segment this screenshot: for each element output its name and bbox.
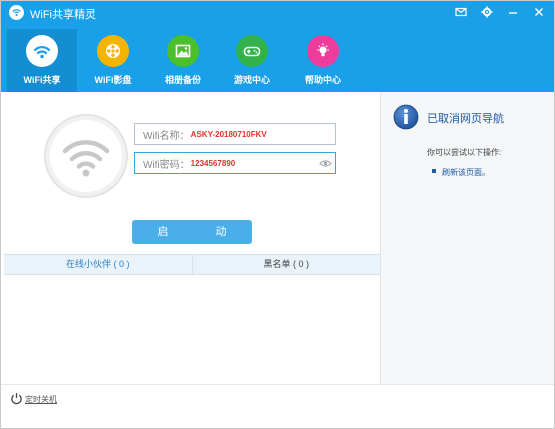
info-icon bbox=[393, 104, 419, 130]
photo-icon bbox=[167, 35, 199, 67]
nav-wifi-disk[interactable]: WiFi影盘 bbox=[78, 29, 148, 92]
main-nav: WiFi共享 WiFi影盘 相册备份 游戏中心 帮助中心 bbox=[1, 29, 554, 92]
tab-online-devices[interactable]: 在线小伙伴 ( 0 ) bbox=[4, 255, 192, 274]
wifi-name-field[interactable]: Wifi名称： ASKY-20180710FKV bbox=[134, 123, 336, 145]
app-window: WiFi共享精灵 WiFi共享 WiFi影盘 相册备份 游戏中心 帮助中心 Wi… bbox=[0, 0, 555, 429]
nav-wifi-share[interactable]: WiFi共享 bbox=[7, 29, 77, 92]
title-bar: WiFi共享精灵 bbox=[1, 1, 554, 25]
app-title: WiFi共享精灵 bbox=[30, 9, 96, 21]
wifi-password-field[interactable]: Wifi密码： 1234567890 bbox=[134, 152, 336, 174]
close-icon[interactable] bbox=[532, 5, 546, 19]
bullet-icon bbox=[432, 169, 436, 173]
app-logo-icon bbox=[9, 5, 24, 20]
power-icon[interactable] bbox=[10, 392, 23, 405]
minimize-icon[interactable] bbox=[506, 5, 520, 19]
wifi-name-label: Wifi名称： bbox=[143, 130, 190, 142]
gear-icon[interactable] bbox=[480, 5, 494, 19]
window-controls bbox=[454, 5, 546, 19]
wifi-status-icon bbox=[44, 114, 128, 198]
gamepad-icon bbox=[236, 35, 268, 67]
refresh-page-link[interactable]: 刷新该页面。 bbox=[442, 167, 490, 178]
film-reel-icon bbox=[97, 35, 129, 67]
wifi-password-label: Wifi密码： bbox=[143, 159, 190, 171]
side-title: 已取消网页导航 bbox=[427, 113, 504, 125]
side-panel: 已取消网页导航 你可以尝试以下操作: 刷新该页面。 bbox=[380, 92, 554, 384]
footer: 定时关机 bbox=[1, 384, 554, 428]
wifi-name-value: ASKY-20180710FKV bbox=[190, 129, 267, 139]
nav-label: 相册备份 bbox=[164, 75, 201, 85]
nav-label: 游戏中心 bbox=[233, 75, 270, 85]
lightbulb-icon bbox=[307, 35, 339, 67]
device-tabs: 在线小伙伴 ( 0 ) 黑名单 ( 0 ) bbox=[4, 254, 380, 275]
wifi-icon bbox=[26, 35, 58, 67]
nav-label: WiFi共享 bbox=[23, 75, 61, 85]
wifi-password-value: 1234567890 bbox=[190, 158, 236, 168]
show-password-icon[interactable] bbox=[319, 157, 332, 170]
nav-photo-backup[interactable]: 相册备份 bbox=[148, 29, 218, 92]
device-list bbox=[4, 275, 380, 383]
main-panel: Wifi名称： ASKY-20180710FKV Wifi密码： 1234567… bbox=[1, 92, 380, 384]
start-button[interactable]: 启 动 bbox=[132, 220, 252, 244]
scheduled-shutdown-link[interactable]: 定时关机 bbox=[25, 394, 57, 405]
nav-help-center[interactable]: 帮助中心 bbox=[288, 29, 358, 92]
side-hint: 你可以尝试以下操作: bbox=[427, 148, 502, 157]
mail-icon[interactable] bbox=[454, 5, 468, 19]
nav-game-center[interactable]: 游戏中心 bbox=[217, 29, 287, 92]
nav-label: WiFi影盘 bbox=[94, 75, 132, 85]
tab-blacklist[interactable]: 黑名单 ( 0 ) bbox=[191, 255, 381, 274]
nav-label: 帮助中心 bbox=[304, 75, 341, 85]
header: WiFi共享精灵 WiFi共享 WiFi影盘 相册备份 游戏中心 帮助中心 bbox=[1, 1, 554, 92]
